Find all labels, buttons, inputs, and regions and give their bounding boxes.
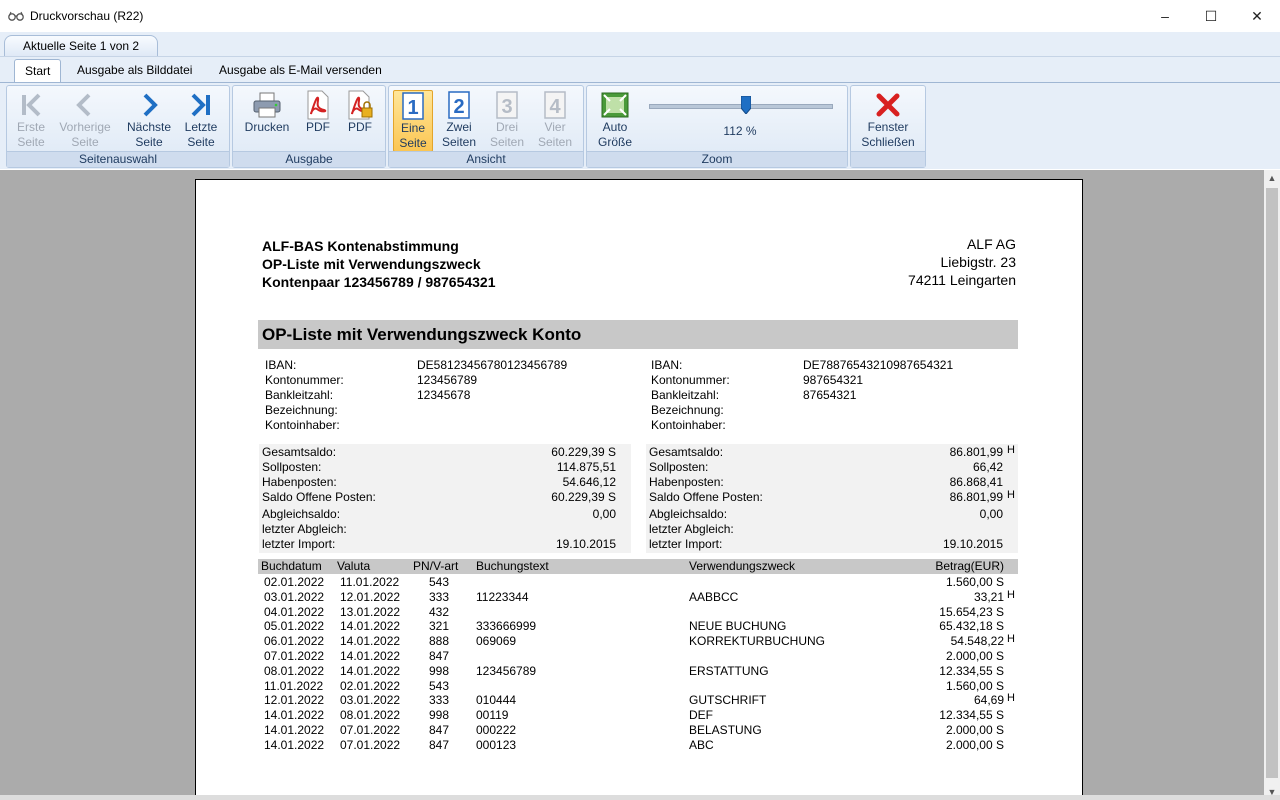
group-ansicht: 1 Eine Seite 2 Zwei Seiten 3 Drei Seiten… [388,85,584,168]
three-pages-icon: 3 [492,90,522,120]
window-title: Druckvorschau (R22) [30,9,144,23]
app-glasses-icon [8,8,24,24]
report-title: ALF-BAS Kontenabstimmung [262,238,459,254]
saldo-right: Gesamtsaldo: 86.801,99 H Sollposten: 66,42 … [646,444,1018,506]
account-info-right: IBAN: DE78876543210987654321 Kontonummer:… [651,358,954,432]
amount: 2.000,00 S [945,737,1004,752]
account-info-left: IBAN: DE58123456780123456789 Kontonummer:… [265,358,568,432]
ribbon-tab-bar: Start Ausgabe als Bilddatei Ausgabe als … [0,57,1280,82]
svg-text:2: 2 [453,96,464,118]
zoom-slider-thumb[interactable] [740,95,752,115]
previous-page-icon [70,90,100,120]
company-address: ALF AG Liebigstr. 23 74211 Leingarten [908,236,1016,288]
group-close: Fenster Schließen [850,85,926,168]
table-row: 08.01.2022 14.01.2022 998 123456789 ERSTATTU… [264,663,1004,678]
next-page-button[interactable]: Nächste Seite [123,90,175,150]
last-page-icon [186,90,216,120]
title-bar: Druckvorschau (R22) – ☐ ✕ [0,0,1280,32]
amount: 1.560,00 S [945,575,1004,589]
table-row: 14.01.2022 07.01.2022 847 000123 ABC 2.000,00… [264,737,1004,752]
table-row: 03.01.2022 12.01.2022 333 11223344 AABBCC 33,… [264,588,1015,604]
table-row: 06.01.2022 14.01.2022 888 069069 KORREKTURBU… [264,633,1015,649]
previous-page-button[interactable]: Vorherige Seite [57,90,113,150]
amount: 2.000,00 S [945,722,1004,737]
maximize-button[interactable]: ☐ [1188,0,1234,32]
group-zoom: Auto Größe 112 % Zoom [586,85,848,168]
table-row: 02.01.2022 11.01.2022 543 1.560,00 S [264,575,1004,589]
document-page: ALF-BAS Kontenabstimmung OP-Liste mit Ve… [195,179,1083,800]
tab-start[interactable]: Start [14,59,62,82]
report-account-pair: Kontenpaar 123456789 / 987654321 [262,274,496,290]
amount: 15.654,23 S [939,604,1004,619]
one-page-icon: 1 [398,91,428,121]
minimize-button[interactable]: – [1142,0,1188,32]
table-row: 04.01.2022 13.01.2022 432 15.654,23 S [264,604,1004,619]
amount: 65.432,18 S [939,619,1004,634]
scroll-up-arrow-icon[interactable]: ▲ [1264,170,1280,186]
abgleich-left: Abgleichsaldo: 0,00 letzter Abgleich: let… [259,506,631,553]
amount: 12.334,55 S [939,708,1004,723]
amount: 12.334,55 S [939,663,1004,678]
preview-area[interactable]: ALF-BAS Kontenabstimmung OP-Liste mit Ve… [0,170,1264,800]
svg-text:1: 1 [407,97,418,119]
group-seitenauswahl: Erste Seite Vorherige Seite Nächste Seit… [6,85,230,168]
next-page-icon [134,90,164,120]
report-subtitle: OP-Liste mit Verwendungszweck [262,256,481,272]
table-body: 02.01.2022 11.01.2022 543 1.560,00 S 03.01.2… [258,575,1018,753]
view-two-pages-button[interactable]: 2 Zwei Seiten [439,90,479,150]
four-pages-icon: 4 [540,90,570,120]
pdf-secure-export-button[interactable]: PDF [341,90,379,150]
svg-text:4: 4 [549,96,561,118]
first-page-button[interactable]: Erste Seite [13,90,49,150]
pdf-export-button[interactable]: PDF [299,90,337,150]
pdf-icon [303,90,333,120]
print-button[interactable]: Drucken [241,90,293,150]
close-preview-button[interactable]: Fenster Schließen [857,90,919,150]
view-three-pages-button[interactable]: 3 Drei Seiten [487,90,527,150]
group-label-ausgabe: Ausgabe [233,151,385,167]
tab-ausgabe-email[interactable]: Ausgabe als E-Mail versenden [209,59,392,81]
amount: 1.560,00 S [945,678,1004,693]
group-label-seitenauswahl: Seitenauswahl [7,151,229,167]
amount: 64,69 [973,693,1004,708]
abgleich-right: Abgleichsaldo: 0,00 letzter Abgleich: let… [646,506,1018,553]
scroll-thumb[interactable] [1266,188,1278,778]
printer-icon [252,90,282,120]
vertical-scrollbar[interactable]: ▲ ▼ [1264,170,1280,800]
table-row: 14.01.2022 07.01.2022 847 000222 BELASTUNG 2.… [264,722,1004,737]
current-page-tab[interactable]: Aktuelle Seite 1 von 2 [4,35,159,56]
two-pages-icon: 2 [444,90,474,120]
view-four-pages-button[interactable]: 4 Vier Seiten [535,90,575,150]
amount: 33,21 [973,589,1004,604]
group-label-close [851,151,925,167]
table-row: 11.01.2022 02.01.2022 543 1.560,00 S [264,678,1004,693]
amount: 2.000,00 S [945,648,1004,663]
table-row: 05.01.2022 14.01.2022 321 333666999 NEUE BUC… [264,619,1004,634]
section-title: OP-Liste mit Verwendungszweck Konto [258,320,1018,349]
table-row: 07.01.2022 14.01.2022 847 2.000,00 S [264,648,1004,663]
group-ausgabe: Drucken PDF PDF Ausgabe [232,85,386,168]
page-tab-bar: Aktuelle Seite 1 von 2 [0,32,1280,57]
table-row: 14.01.2022 08.01.2022 998 00119 DEF 12.334,55… [264,708,1004,723]
auto-size-button[interactable]: Auto Größe [593,90,637,150]
report-title-block: ALF-BAS Kontenabstimmung OP-Liste mit Ve… [262,237,496,291]
ribbon: Erste Seite Vorherige Seite Nächste Seit… [0,82,1280,169]
table-row: 12.01.2022 03.01.2022 333 010444 GUTSCHRIFT 6… [264,692,1015,708]
last-page-button[interactable]: Letzte Seite [181,90,221,150]
saldo-left: Gesamtsaldo: 60.229,39 S Sollposten: 114.8… [259,444,631,506]
close-window-button[interactable]: ✕ [1234,0,1280,32]
auto-size-icon [600,90,630,120]
pdf-lock-icon [345,90,375,120]
close-red-x-icon [873,90,903,120]
view-one-page-button[interactable]: 1 Eine Seite [393,90,433,152]
group-label-zoom: Zoom [587,151,847,167]
svg-text:3: 3 [501,96,512,118]
horizontal-scrollbar[interactable] [0,795,1280,800]
zoom-value: 112 % [723,124,757,138]
table-header: Buchdatum Valuta PN/V-art Buchungstext V… [258,559,1018,574]
amount: 54.548,22 [950,634,1004,649]
group-label-ansicht: Ansicht [389,151,583,167]
first-page-icon [16,90,46,120]
tab-ausgabe-bilddatei[interactable]: Ausgabe als Bilddatei [67,59,202,81]
